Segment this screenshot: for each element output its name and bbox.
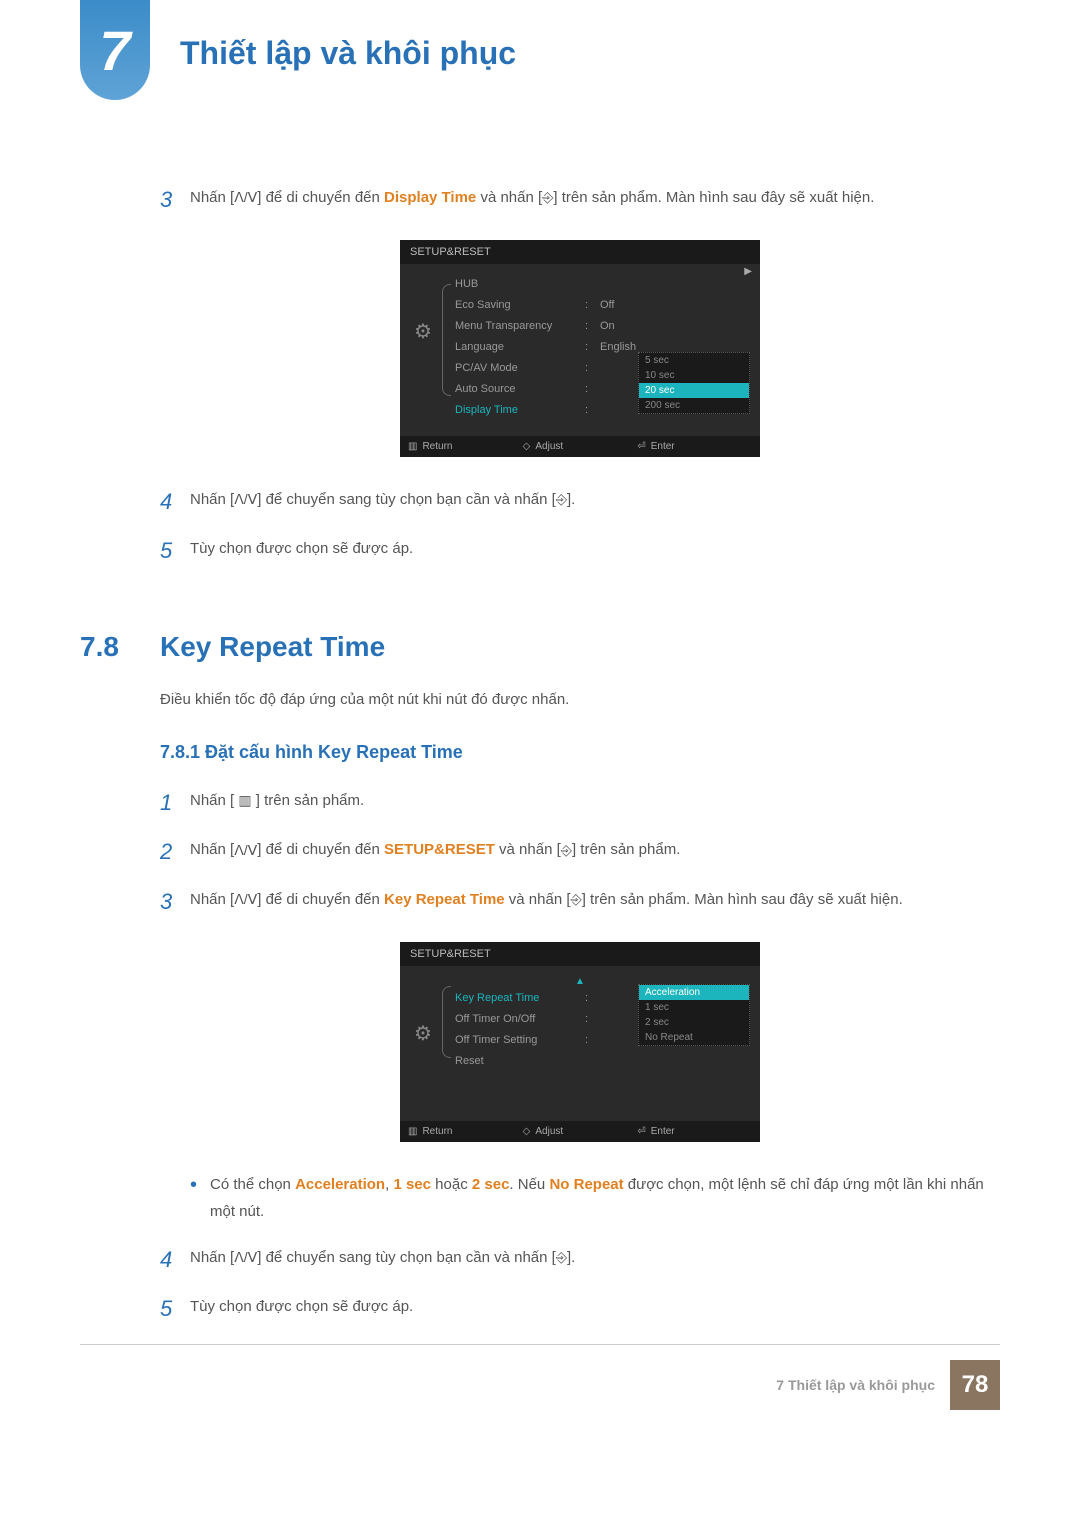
enter-icon: ⏎: [637, 441, 645, 452]
osd-title: SETUP&RESET: [400, 942, 760, 966]
enter-icon: ⏎: [637, 1126, 645, 1137]
enter-icon: ⎆: [542, 185, 553, 210]
bracket-decoration: [442, 986, 451, 1058]
step-number: 1: [160, 783, 190, 823]
step-5: 5 Tùy chọn được chọn sẽ được áp.: [160, 531, 1000, 571]
osd-option: No Repeat: [639, 1030, 749, 1045]
section-description: Điều khiển tốc độ đáp ứng của một nút kh…: [160, 688, 1000, 712]
enter-icon: ⎆: [561, 838, 572, 863]
osd-screenshot-1: SETUP&RESET ▶ ⚙ HUB Eco Saving:Off Menu …: [400, 240, 760, 457]
step-number: 4: [160, 482, 190, 522]
step-3: 3 Nhấn [ᐱ/ᐯ] để di chuyển đến Display Ti…: [160, 180, 1000, 220]
updown-icon: ᐱ/ᐯ: [234, 185, 257, 210]
step-text: Tùy chọn được chọn sẽ được áp.: [190, 1289, 413, 1329]
osd-dropdown: 5 sec 10 sec 20 sec 200 sec: [638, 352, 750, 414]
return-icon: ▥: [408, 441, 417, 452]
step-number: 3: [160, 882, 190, 922]
section-title: Key Repeat Time: [160, 631, 385, 663]
updown-icon: ᐱ/ᐯ: [234, 838, 257, 863]
step-text: Tùy chọn được chọn sẽ được áp.: [190, 531, 413, 571]
updown-icon: ᐱ/ᐯ: [234, 487, 257, 512]
chapter-number: 7: [99, 18, 130, 83]
chapter-badge: 7: [80, 0, 150, 100]
adjust-icon: ◇: [523, 1126, 531, 1137]
osd-option: 1 sec: [639, 1000, 749, 1015]
step-number: 5: [160, 531, 190, 571]
substep-5: 5 Tùy chọn được chọn sẽ được áp.: [160, 1289, 1000, 1329]
osd-option: 2 sec: [639, 1015, 749, 1030]
section-number: 7.8: [80, 631, 160, 663]
osd-option: 10 sec: [639, 368, 749, 383]
osd-option-selected: 20 sec: [639, 383, 749, 398]
enter-icon: ⎆: [556, 1245, 567, 1270]
step-number: 2: [160, 832, 190, 872]
step-text: Nhấn [ᐱ/ᐯ] để chuyển sang tùy chọn bạn c…: [190, 482, 575, 522]
step-number: 5: [160, 1289, 190, 1329]
return-icon: ▥: [408, 1126, 417, 1137]
chapter-title: Thiết lập và khôi phục: [180, 35, 516, 72]
adjust-icon: ◇: [523, 441, 531, 452]
subsection-title: 7.8.1 Đặt cấu hình Key Repeat Time: [160, 742, 1000, 763]
bullet-text: Có thể chọn Acceleration, 1 sec hoặc 2 s…: [210, 1167, 1000, 1225]
triangle-right-icon: ▶: [744, 266, 752, 277]
osd-option: 200 sec: [639, 398, 749, 413]
step-number: 3: [160, 180, 190, 220]
osd-row: Menu Transparency:On: [400, 316, 760, 337]
substep-2: 2 Nhấn [ᐱ/ᐯ] để di chuyển đến SETUP&RESE…: [160, 832, 1000, 872]
osd-footer: ▥Return ◇Adjust ⏎Enter: [400, 436, 760, 457]
page-number: 78: [950, 1360, 1000, 1410]
osd-screenshot-2: SETUP&RESET ▲ ⚙ Key Repeat Time: Off Tim…: [400, 942, 760, 1142]
osd-option: 5 sec: [639, 353, 749, 368]
enter-icon: ⎆: [556, 487, 567, 512]
step-number: 4: [160, 1240, 190, 1280]
menu-icon: ▥: [238, 788, 251, 813]
osd-row: Reset: [400, 1051, 760, 1072]
osd-row: Eco Saving:Off: [400, 295, 760, 316]
step-text: Nhấn [ᐱ/ᐯ] để di chuyển đến Display Time…: [190, 180, 874, 220]
bracket-decoration: [442, 284, 451, 396]
osd-dropdown: Acceleration 1 sec 2 sec No Repeat: [638, 984, 750, 1046]
updown-icon: ᐱ/ᐯ: [234, 887, 257, 912]
updown-icon: ᐱ/ᐯ: [234, 1245, 257, 1270]
bullet-icon: •: [190, 1167, 210, 1225]
gear-icon: ⚙: [414, 319, 438, 343]
osd-row: HUB: [400, 274, 760, 295]
step-text: Nhấn [ᐱ/ᐯ] để chuyển sang tùy chọn bạn c…: [190, 1240, 575, 1280]
substep-1: 1 Nhấn [ ▥ ] trên sản phẩm.: [160, 783, 1000, 823]
bullet-note: • Có thể chọn Acceleration, 1 sec hoặc 2…: [190, 1167, 1000, 1225]
enter-icon: ⎆: [571, 887, 582, 912]
osd-footer: ▥Return ◇Adjust ⏎Enter: [400, 1121, 760, 1142]
step-text: Nhấn [ᐱ/ᐯ] để di chuyển đến SETUP&RESET …: [190, 832, 680, 872]
gear-icon: ⚙: [414, 1021, 438, 1045]
substep-4: 4 Nhấn [ᐱ/ᐯ] để chuyển sang tùy chọn bạn…: [160, 1240, 1000, 1280]
step-text: Nhấn [ ▥ ] trên sản phẩm.: [190, 783, 364, 823]
substep-3: 3 Nhấn [ᐱ/ᐯ] để di chuyển đến Key Repeat…: [160, 882, 1000, 922]
step-text: Nhấn [ᐱ/ᐯ] để di chuyển đến Key Repeat T…: [190, 882, 903, 922]
osd-option-selected: Acceleration: [639, 985, 749, 1000]
step-4: 4 Nhấn [ᐱ/ᐯ] để chuyển sang tùy chọn bạn…: [160, 482, 1000, 522]
osd-title: SETUP&RESET: [400, 240, 760, 264]
footer-chapter-label: 7 Thiết lập và khôi phục: [776, 1377, 935, 1393]
footer-divider: [80, 1344, 1000, 1345]
